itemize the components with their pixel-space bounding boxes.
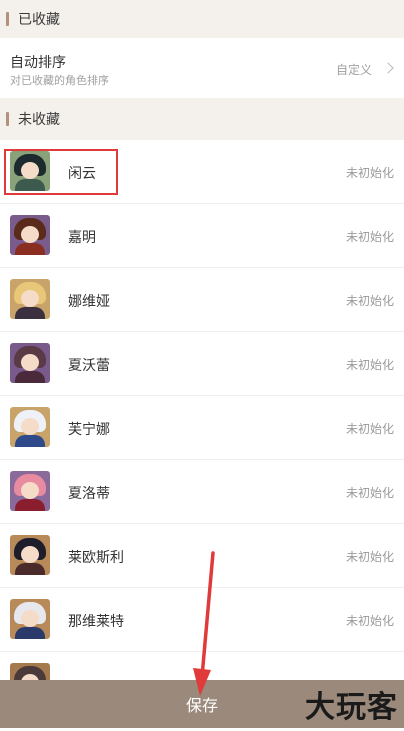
auto-sort-title: 自动排序 xyxy=(10,55,66,71)
character-row[interactable]: 莱欧斯利 未初始化 xyxy=(0,524,404,588)
watermark-logo: 大玩客 xyxy=(305,690,398,725)
character-row[interactable]: 娜维娅 未初始化 xyxy=(0,268,404,332)
character-avatar xyxy=(10,471,50,511)
character-name: 芙宁娜 xyxy=(68,422,110,438)
character-name: 夏洛蒂 xyxy=(68,486,110,502)
character-row[interactable]: 芙宁娜 未初始化 xyxy=(0,396,404,460)
character-avatar xyxy=(10,279,50,319)
character-status: 未初始化 xyxy=(345,230,394,244)
auto-sort-subtitle: 对已收藏的角色排序 xyxy=(10,74,109,87)
character-status: 未初始化 xyxy=(345,486,394,500)
character-name: 那维莱特 xyxy=(68,614,124,630)
unfavorited-section-header: 未收藏 xyxy=(0,98,404,140)
character-status: 未初始化 xyxy=(345,358,394,372)
auto-sort-row[interactable]: 自动排序 对已收藏的角色排序 自定义 xyxy=(0,38,404,98)
character-name: 夏沃蕾 xyxy=(68,358,110,374)
character-row[interactable]: 闲云 未初始化 xyxy=(0,140,404,204)
character-avatar xyxy=(10,535,50,575)
character-avatar xyxy=(10,407,50,447)
auto-sort-value: 自定义 xyxy=(335,63,372,77)
unfavorited-section-title: 未收藏 xyxy=(18,112,60,128)
chevron-right-icon xyxy=(382,62,394,74)
character-status: 未初始化 xyxy=(345,294,394,308)
character-avatar xyxy=(10,599,50,639)
character-list: 闲云 未初始化 嘉明 未初始化 娜维娅 未初始化 夏沃蕾 未初始化 芙宁娜 未初始化 夏洛蒂 未初始化… xyxy=(0,140,404,716)
character-status: 未初始化 xyxy=(345,614,394,628)
character-row[interactable]: 那维莱特 未初始化 xyxy=(0,588,404,652)
character-status: 未初始化 xyxy=(345,422,394,436)
save-button[interactable]: 保存 xyxy=(150,680,254,728)
character-row[interactable]: 夏洛蒂 未初始化 xyxy=(0,460,404,524)
character-name: 闲云 xyxy=(68,166,96,182)
character-row[interactable]: 夏沃蕾 未初始化 xyxy=(0,332,404,396)
character-status: 未初始化 xyxy=(345,550,394,564)
character-name: 娜维娅 xyxy=(68,294,110,310)
character-avatar xyxy=(10,343,50,383)
character-avatar xyxy=(10,215,50,255)
section-accent-bar xyxy=(6,12,9,26)
character-name: 莱欧斯利 xyxy=(68,550,124,566)
section-accent-bar xyxy=(6,112,9,126)
character-name: 嘉明 xyxy=(68,230,96,246)
character-status: 未初始化 xyxy=(345,166,394,180)
favorited-section-title: 已收藏 xyxy=(18,12,60,28)
character-avatar xyxy=(10,151,50,191)
character-row[interactable]: 嘉明 未初始化 xyxy=(0,204,404,268)
favorited-section-header: 已收藏 xyxy=(0,0,404,38)
